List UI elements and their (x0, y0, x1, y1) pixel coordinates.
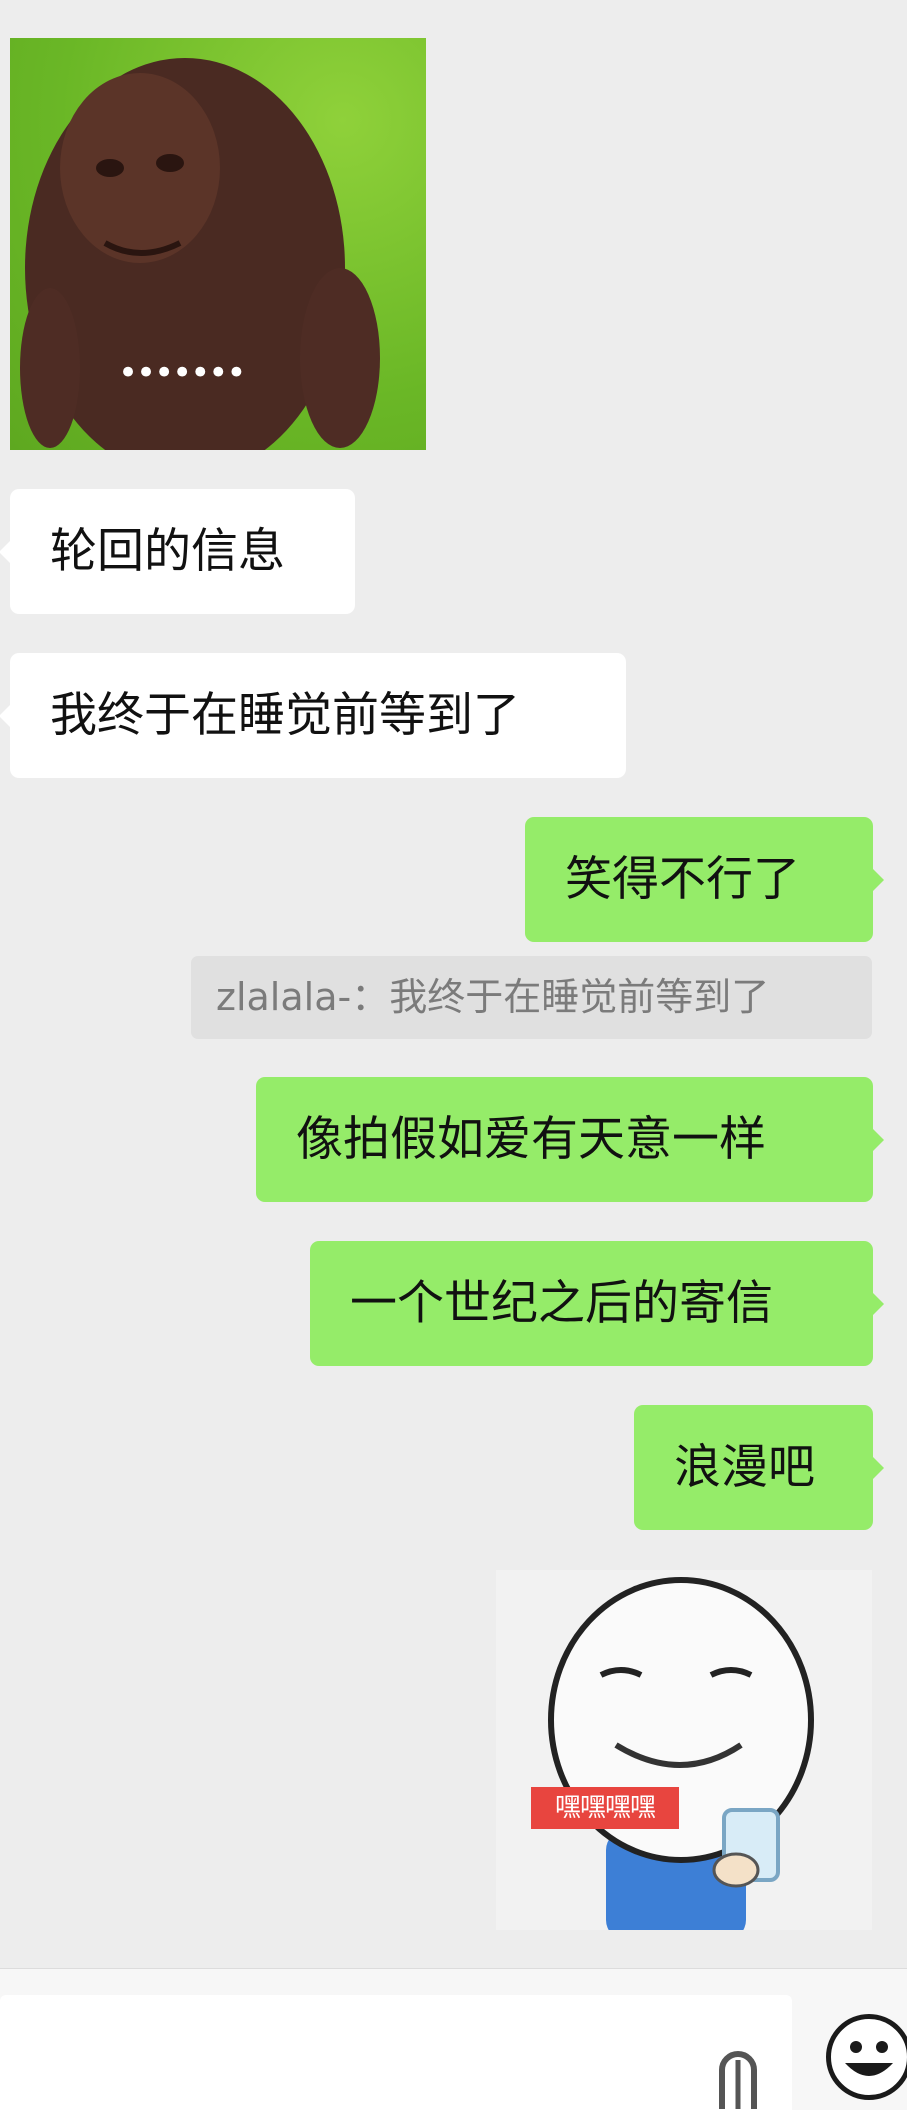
chat-area[interactable]: ••••••• 轮回的信息 我终于在睡觉前等到了 笑得不行了 zlalala-：… (0, 0, 907, 1968)
sticker-dots: ••••••• (118, 353, 246, 393)
message-text: 浪漫吧 (674, 1439, 815, 1495)
outgoing-message[interactable]: 浪漫吧 (634, 1405, 884, 1530)
incoming-message[interactable]: 轮回的信息 (0, 489, 355, 614)
emoji-icon[interactable] (826, 2014, 907, 2100)
message-text: 一个世纪之后的寄信 (350, 1275, 773, 1331)
quoted-message[interactable]: zlalala-：我终于在睡觉前等到了 (191, 956, 872, 1039)
message-composer (0, 1968, 907, 2110)
sticker-caption: 嘿嘿嘿嘿 (531, 1787, 679, 1829)
incoming-message[interactable]: 我终于在睡觉前等到了 (0, 653, 626, 778)
outgoing-message[interactable]: 一个世纪之后的寄信 (310, 1241, 884, 1366)
emoji-face-glyph (845, 2041, 893, 2076)
message-text: 我终于在睡觉前等到了 (50, 687, 520, 743)
message-text: 像拍假如爱有天意一样 (296, 1111, 766, 1167)
voice-icon[interactable] (712, 2030, 764, 2109)
incoming-sticker[interactable]: ••••••• (10, 38, 426, 450)
outgoing-message[interactable]: 笑得不行了 (525, 817, 884, 942)
outgoing-sticker[interactable]: 嘿嘿嘿嘿 (496, 1570, 872, 1930)
message-text: 轮回的信息 (50, 523, 285, 579)
outgoing-message[interactable]: 像拍假如爱有天意一样 (256, 1077, 884, 1202)
message-input[interactable] (0, 1995, 792, 2110)
sticker-face-art (548, 1577, 814, 1930)
message-text: 笑得不行了 (565, 851, 800, 907)
